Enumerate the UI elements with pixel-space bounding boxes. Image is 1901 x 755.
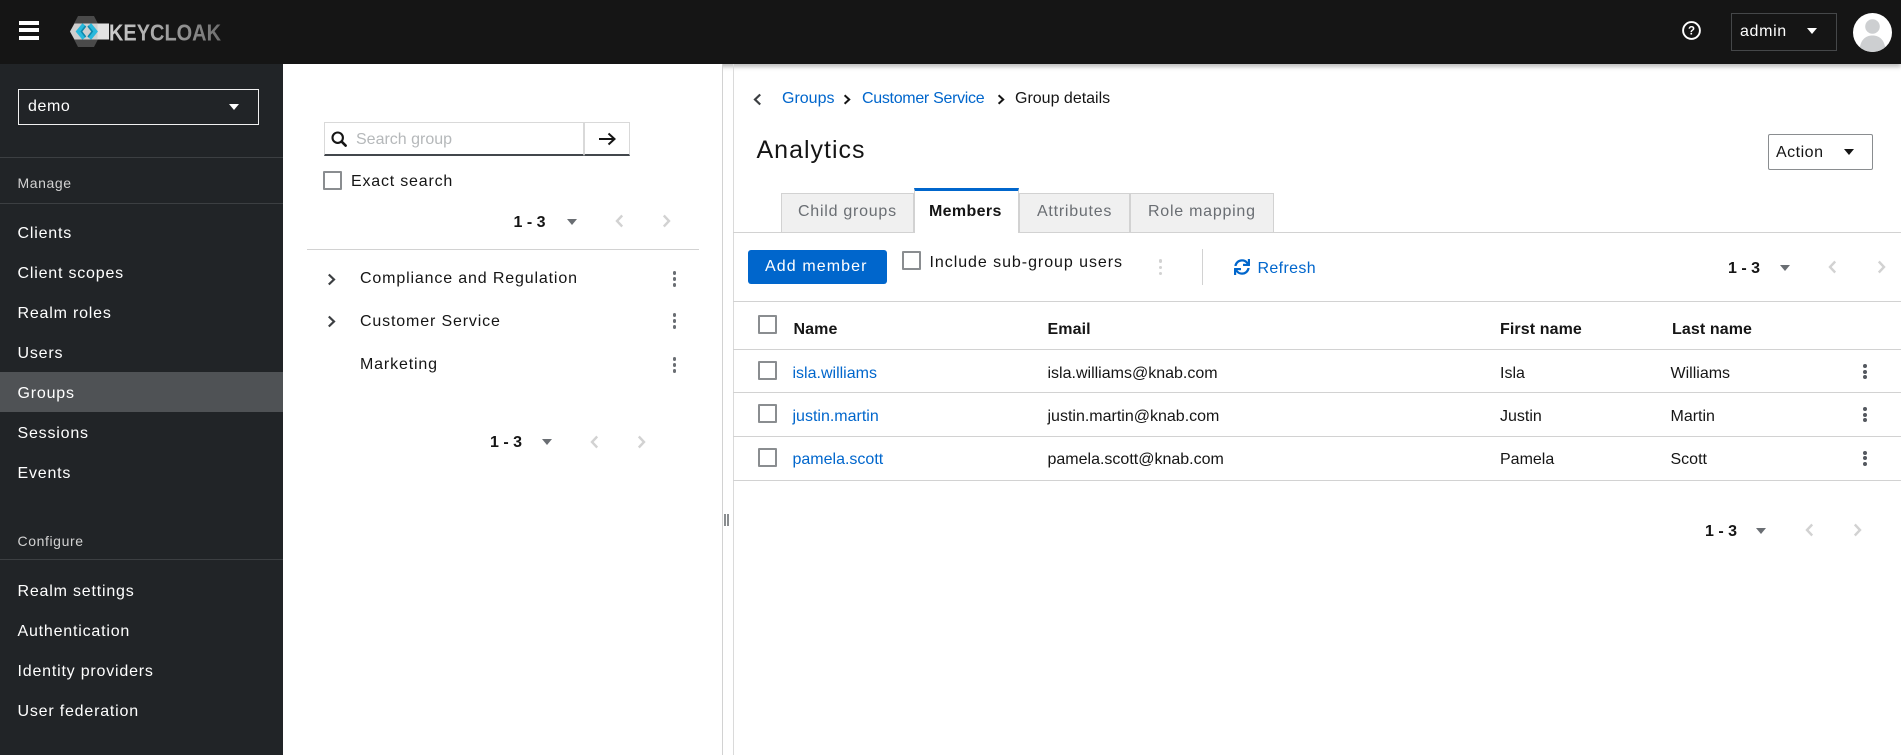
svg-text:KEYCLOAK: KEYCLOAK: [109, 20, 221, 46]
svg-text:?: ?: [1688, 26, 1695, 38]
